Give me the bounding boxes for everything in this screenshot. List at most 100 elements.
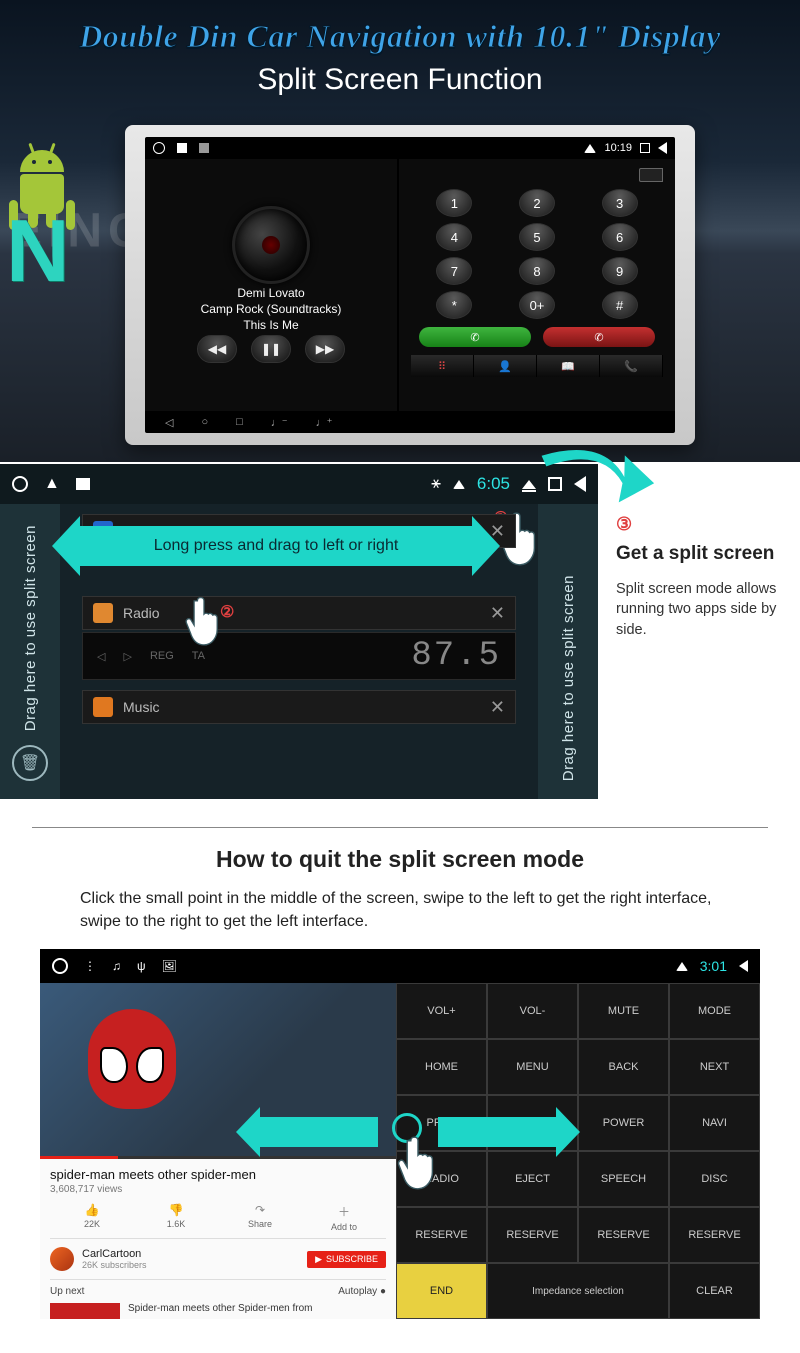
dislike-button[interactable]: 👎1.6K <box>134 1203 218 1232</box>
next-button[interactable]: ▶▶ <box>305 335 345 363</box>
key-5[interactable]: 5 <box>519 223 555 251</box>
grid-menu[interactable]: MENU <box>487 1039 578 1095</box>
image-icon <box>76 478 90 490</box>
status-bar: 10:19 <box>145 137 675 159</box>
key-star[interactable]: * <box>436 291 472 319</box>
youtube-pane: spider-man meets other spider-men 3,608,… <box>40 983 396 1319</box>
video-progress[interactable] <box>40 1156 396 1159</box>
channel-avatar-icon[interactable] <box>50 1247 74 1271</box>
status-bar-2: ▲ ⚹ 6:05 <box>0 464 598 504</box>
grid-reserve[interactable]: RESERVE <box>669 1207 760 1263</box>
grid-navi[interactable]: NAVI <box>669 1095 760 1151</box>
drag-zone-left[interactable]: Drag here to use split screen 🗑 <box>0 504 60 799</box>
instruction-arrow: Long press and drag to left or right <box>76 526 476 566</box>
grid-clear[interactable]: CLEAR <box>669 1263 760 1319</box>
wifi-icon <box>584 144 596 153</box>
recents-icon[interactable] <box>177 143 187 153</box>
key-4[interactable]: 4 <box>436 223 472 251</box>
grid-next[interactable]: NEXT <box>669 1039 760 1095</box>
music-album: Camp Rock (Soundtracks) <box>201 302 342 316</box>
music-icon: ♫ <box>112 959 121 973</box>
status-time-2: 6:05 <box>477 474 510 494</box>
dialer-tab-phone[interactable]: 📞 <box>600 355 663 377</box>
grid-mute[interactable]: MUTE <box>578 983 669 1039</box>
close-icon[interactable]: ✕ <box>490 697 505 718</box>
video-title: spider-man meets other spider-men <box>50 1167 386 1182</box>
recent-app-radio[interactable]: Radio ✕ <box>82 596 516 630</box>
grid-end[interactable]: END <box>396 1263 487 1319</box>
hero-title: Double Din Car Navigation with 10.1" Dis… <box>0 0 800 55</box>
grid-power[interactable]: POWER <box>578 1095 669 1151</box>
subscribe-button[interactable]: ▶ SUBSCRIBE <box>307 1251 386 1268</box>
key-6[interactable]: 6 <box>602 223 638 251</box>
key-2[interactable]: 2 <box>519 189 555 217</box>
home-icon[interactable] <box>52 958 68 974</box>
nav-recents[interactable]: □ <box>236 416 243 428</box>
grid-eject[interactable]: EJECT <box>487 1151 578 1207</box>
key-9[interactable]: 9 <box>602 257 638 285</box>
hangup-button[interactable]: ✆ <box>543 327 655 347</box>
nav-home[interactable]: ○ <box>201 416 208 428</box>
grid-reserve[interactable]: RESERVE <box>396 1207 487 1263</box>
grid-impedance[interactable]: Impedance selection <box>487 1263 669 1319</box>
key-hash[interactable]: # <box>602 291 638 319</box>
back-icon[interactable] <box>739 960 748 972</box>
quit-screenshot: ⋮ ♫ ψ 🖼 3:01 spider-man meets other spid… <box>40 949 760 1319</box>
dialer-tab-keypad[interactable]: ⠿ <box>411 355 474 377</box>
grid-volup[interactable]: VOL+ <box>396 983 487 1039</box>
autoplay-toggle[interactable]: Autoplay ● <box>338 1286 386 1297</box>
recent-app-music[interactable]: Music ✕ <box>82 690 516 724</box>
radio-frequency: 87.5 <box>411 637 501 675</box>
nav-back[interactable]: ◁ <box>165 416 173 429</box>
key-1[interactable]: 1 <box>436 189 472 217</box>
channel-name[interactable]: CarlCartoon <box>82 1248 299 1260</box>
grid-speech[interactable]: SPEECH <box>578 1151 669 1207</box>
dialer-tab-contacts[interactable]: 👤 <box>474 355 537 377</box>
grid-back[interactable]: BACK <box>578 1039 669 1095</box>
wifi-icon <box>453 480 465 489</box>
hand-pointer-icon <box>182 596 226 652</box>
split-icon[interactable] <box>640 143 650 153</box>
nav-volup[interactable]: ♩⁺ <box>316 416 333 429</box>
grid-reserve[interactable]: RESERVE <box>487 1207 578 1263</box>
menu-icon[interactable]: ⋮ <box>84 959 96 973</box>
home-icon[interactable] <box>12 476 28 492</box>
next-video-item[interactable]: Spider-man meets other Spider-men from <box>50 1303 386 1319</box>
share-button[interactable]: ↷Share <box>218 1203 302 1232</box>
status-time: 10:19 <box>604 142 632 154</box>
status-bar-3: ⋮ ♫ ψ 🖼 3:01 <box>40 949 760 983</box>
grid-mode[interactable]: MODE <box>669 983 760 1039</box>
grid-voldown[interactable]: VOL- <box>487 983 578 1039</box>
grid-home[interactable]: HOME <box>396 1039 487 1095</box>
pause-button[interactable]: ❚❚ <box>251 335 291 363</box>
bluetooth-icon: ⚹ <box>431 475 441 493</box>
nougat-n-icon: N <box>6 200 70 302</box>
key-8[interactable]: 8 <box>519 257 555 285</box>
grid-reserve[interactable]: RESERVE <box>578 1207 669 1263</box>
dialer-tab-book[interactable]: 📖 <box>537 355 600 377</box>
close-icon[interactable]: ✕ <box>490 603 505 624</box>
drag-zone-right[interactable]: Drag here to use split screen <box>538 504 598 799</box>
wifi-icon <box>676 962 688 971</box>
volume-knob-icon[interactable] <box>232 206 310 284</box>
key-3[interactable]: 3 <box>602 189 638 217</box>
key-7[interactable]: 7 <box>436 257 472 285</box>
call-button[interactable]: ✆ <box>419 327 531 347</box>
nav-voldown[interactable]: ♩⁻ <box>271 416 288 429</box>
backspace-icon[interactable] <box>639 168 663 182</box>
split-screen-explanation: ③ Get a split screen Split screen mode a… <box>598 464 800 799</box>
app-icon <box>199 143 209 153</box>
home-icon[interactable] <box>153 142 165 154</box>
addto-button[interactable]: ＋Add to <box>302 1203 386 1232</box>
drag-label-left: Drag here to use split screen <box>22 525 39 731</box>
key-0[interactable]: 0+ <box>519 291 555 319</box>
like-button[interactable]: 👍22K <box>50 1203 134 1232</box>
upnext-label: Up next <box>50 1286 84 1297</box>
clear-all-icon[interactable]: 🗑 <box>12 745 48 781</box>
split-screen-heading: Get a split screen <box>616 543 784 565</box>
video-views: 3,608,717 views <box>50 1184 386 1195</box>
back-icon[interactable] <box>658 142 667 154</box>
prev-button[interactable]: ◀◀ <box>197 335 237 363</box>
grid-disc[interactable]: DISC <box>669 1151 760 1207</box>
section-divider <box>32 827 768 828</box>
